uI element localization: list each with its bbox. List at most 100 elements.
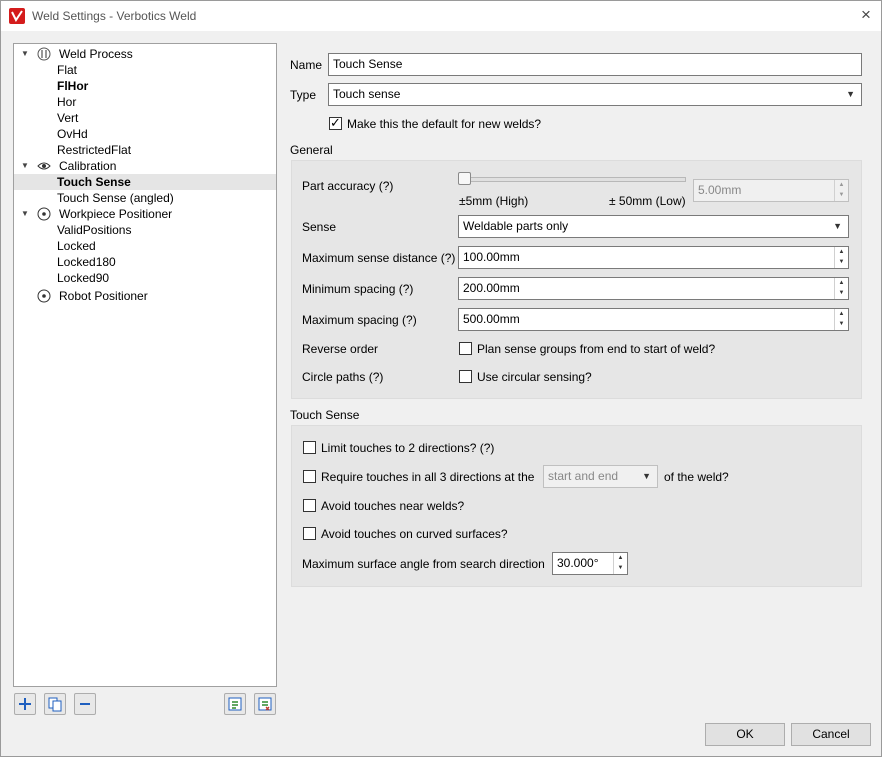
circle-paths-checkbox[interactable] (459, 370, 472, 383)
tree-item[interactable]: OvHd (14, 126, 276, 142)
part-accuracy-slider-track[interactable] (461, 177, 686, 182)
expand-arrow-icon[interactable]: ▼ (20, 206, 30, 222)
tree-item[interactable]: RestrictedFlat (14, 142, 276, 158)
tree-item-label: Touch Sense (57, 175, 131, 189)
export-icon (258, 697, 272, 711)
settings-tree[interactable]: ▼ Weld Process Flat FlHor Hor Vert OvHd Restric… (13, 43, 277, 687)
tree-item[interactable]: Locked180 (14, 254, 276, 270)
tree-item[interactable]: Flat (14, 62, 276, 78)
type-select-value: Touch sense (333, 87, 401, 101)
min-spacing-value: 200.00mm (463, 281, 520, 295)
spin-arrows-icon[interactable]: ▲ ▼ (834, 247, 848, 268)
expand-arrow-icon[interactable]: ▼ (20, 158, 30, 174)
part-accuracy-spinbox[interactable]: 5.00mm ▲ ▼ (693, 179, 849, 202)
tree-item-label: Hor (57, 95, 77, 109)
require-touches-label: Require touches in all 3 directions at t… (321, 470, 535, 484)
tree-group-label: Weld Process (59, 47, 133, 61)
avoid-curved-label: Avoid touches on curved surfaces? (321, 527, 508, 541)
reverse-order-checkbox-label: Plan sense groups from end to start of w… (477, 342, 716, 356)
spin-arrows-icon[interactable]: ▲ ▼ (613, 553, 627, 574)
tree-item[interactable]: FlHor (14, 78, 276, 94)
chevron-down-icon: ▼ (846, 89, 855, 99)
chevron-down-icon: ▼ (642, 471, 651, 481)
positioner-icon (37, 289, 51, 303)
expand-arrow-icon[interactable]: ▼ (20, 46, 30, 62)
tree-group-calibration[interactable]: ▼ Calibration (14, 158, 276, 174)
part-accuracy-label: Part accuracy (?) (302, 179, 394, 193)
min-spacing-label: Minimum spacing (?) (302, 282, 414, 296)
max-spacing-label: Maximum spacing (?) (302, 313, 417, 327)
require-touches-checkbox[interactable] (303, 470, 316, 483)
part-accuracy-value: 5.00mm (698, 183, 742, 197)
type-select[interactable]: Touch sense ▼ (328, 83, 862, 106)
title-bar: Weld Settings - Verbotics Weld × (1, 1, 881, 31)
avoid-near-welds-label: Avoid touches near welds? (321, 499, 465, 513)
tree-item[interactable]: Touch Sense (14, 174, 276, 190)
part-accuracy-slider-handle[interactable] (458, 172, 471, 185)
tree-item[interactable]: Touch Sense (angled) (14, 190, 276, 206)
reverse-order-checkbox[interactable] (459, 342, 472, 355)
default-checkbox-label: Make this the default for new welds? (347, 117, 542, 131)
verbotics-logo-icon (9, 8, 25, 24)
max-spacing-value: 500.00mm (463, 312, 520, 326)
export-button[interactable] (254, 693, 276, 715)
weld-process-icon (37, 47, 51, 61)
max-sense-distance-spinbox[interactable]: 100.00mm ▲ ▼ (458, 246, 849, 269)
tree-group-workpiece-positioner[interactable]: ▼ Workpiece Positioner (14, 206, 276, 222)
tree-item-label: OvHd (57, 127, 88, 141)
weld-settings-window: Weld Settings - Verbotics Weld × ▼ Weld P… (0, 0, 882, 757)
require-touches-suffix: of the weld? (664, 470, 729, 484)
default-checkbox[interactable] (329, 115, 342, 131)
sense-label: Sense (302, 220, 337, 234)
slider-min-label: ±5mm (High) (459, 194, 529, 208)
tree-group-label: Calibration (59, 159, 117, 173)
positioner-icon (37, 207, 51, 221)
tree-item[interactable]: Hor (14, 94, 276, 110)
tree-item-label: Locked180 (57, 255, 116, 269)
tree-item-label: Vert (57, 111, 79, 125)
tree-group-label: Workpiece Positioner (59, 207, 173, 221)
reverse-order-label: Reverse order (302, 342, 379, 356)
max-sense-distance-label: Maximum sense distance (?) (302, 251, 456, 265)
remove-button[interactable] (74, 693, 96, 715)
max-angle-spinbox[interactable]: 30.000° ▲ ▼ (552, 552, 628, 575)
spin-arrows-icon[interactable]: ▲ ▼ (834, 180, 848, 201)
tree-item-label: ValidPositions (57, 223, 132, 237)
close-icon[interactable]: × (855, 5, 877, 27)
sense-select-value: Weldable parts only (463, 219, 569, 233)
name-input[interactable]: Touch Sense (328, 53, 862, 76)
min-spacing-spinbox[interactable]: 200.00mm ▲ ▼ (458, 277, 849, 300)
tree-group-label: Robot Positioner (59, 289, 148, 303)
tree-item-label: Locked90 (57, 271, 110, 285)
cancel-button[interactable]: Cancel (791, 723, 871, 746)
tree-item-label: Touch Sense (angled) (57, 191, 174, 205)
max-angle-label: Maximum surface angle from search direct… (302, 557, 545, 571)
tree-group-weld-process[interactable]: ▼ Weld Process (14, 46, 276, 62)
tree-group-robot-positioner[interactable]: Robot Positioner (14, 288, 276, 304)
window-title: Weld Settings - Verbotics Weld (32, 9, 197, 23)
spin-arrows-icon[interactable]: ▲ ▼ (834, 309, 848, 330)
circle-paths-label: Circle paths (?) (302, 370, 384, 384)
touch-sense-group-title: Touch Sense (290, 408, 360, 422)
tree-item[interactable]: Locked (14, 238, 276, 254)
eye-icon (37, 159, 51, 173)
avoid-near-welds-checkbox[interactable] (303, 499, 316, 512)
duplicate-button[interactable] (44, 693, 66, 715)
spin-arrows-icon[interactable]: ▲ ▼ (834, 278, 848, 299)
slider-max-label: ± 50mm (Low) (609, 194, 686, 208)
add-button[interactable] (14, 693, 36, 715)
avoid-curved-checkbox[interactable] (303, 527, 316, 540)
touch-location-select[interactable]: start and end ▼ (543, 465, 658, 488)
tree-item-label: Locked (57, 239, 96, 253)
tree-item[interactable]: ValidPositions (14, 222, 276, 238)
tree-item[interactable]: Vert (14, 110, 276, 126)
max-spacing-spinbox[interactable]: 500.00mm ▲ ▼ (458, 308, 849, 331)
max-angle-value: 30.000° (557, 556, 599, 570)
import-button[interactable] (224, 693, 246, 715)
minus-icon (80, 703, 90, 705)
sense-select[interactable]: Weldable parts only ▼ (458, 215, 849, 238)
ok-button[interactable]: OK (705, 723, 785, 746)
limit-touches-checkbox[interactable] (303, 441, 316, 454)
name-label: Name (290, 58, 323, 72)
tree-item[interactable]: Locked90 (14, 270, 276, 286)
